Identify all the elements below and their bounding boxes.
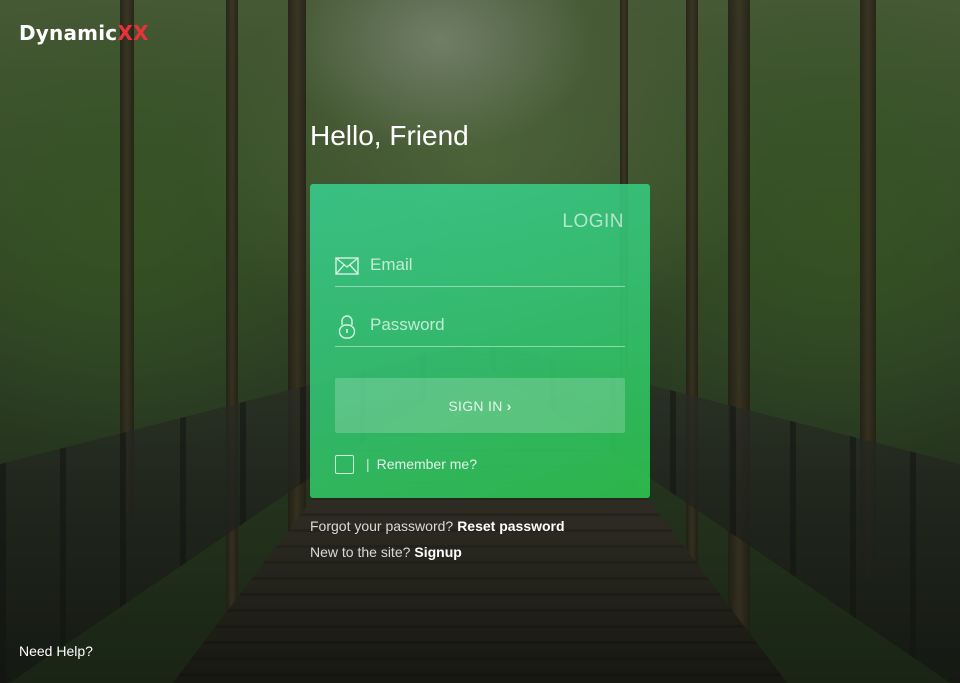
signup-link[interactable]: Signup bbox=[414, 544, 461, 560]
page-title: Hello, Friend bbox=[310, 120, 469, 151]
forgot-password-line: Forgot your password? Reset password bbox=[310, 518, 565, 534]
remember-me-row: | Remember me? bbox=[335, 453, 477, 475]
sign-in-button[interactable]: SIGN IN › bbox=[335, 378, 625, 433]
brand-name-main: Dynamic bbox=[19, 21, 118, 45]
chevron-right-icon: › bbox=[506, 397, 512, 414]
login-card: LOGIN SIGN bbox=[310, 184, 650, 498]
brand-name-accent: XX bbox=[117, 21, 149, 45]
brand-logo[interactable]: DynamicXX bbox=[19, 21, 149, 45]
email-field bbox=[335, 246, 625, 287]
remember-me-label[interactable]: Remember me? bbox=[377, 456, 477, 472]
login-page: DynamicXX Hello, Friend LOGIN Email SIGN… bbox=[0, 0, 960, 683]
need-help-link[interactable]: Need Help? bbox=[19, 643, 93, 659]
reset-password-link[interactable]: Reset password bbox=[457, 518, 564, 534]
password-field bbox=[335, 306, 625, 347]
signup-line: New to the site? Signup bbox=[310, 544, 462, 560]
remember-separator: | bbox=[366, 456, 370, 472]
new-to-site-text: New to the site? bbox=[310, 544, 411, 560]
login-card-title: LOGIN bbox=[562, 211, 624, 232]
email-input[interactable] bbox=[370, 252, 620, 278]
forgot-password-text: Forgot your password? bbox=[310, 518, 454, 534]
envelope-icon bbox=[335, 254, 359, 278]
lock-icon bbox=[335, 314, 359, 339]
remember-me-checkbox[interactable] bbox=[335, 454, 354, 474]
password-input[interactable] bbox=[370, 312, 620, 338]
sign-in-label: SIGN IN bbox=[448, 397, 503, 414]
